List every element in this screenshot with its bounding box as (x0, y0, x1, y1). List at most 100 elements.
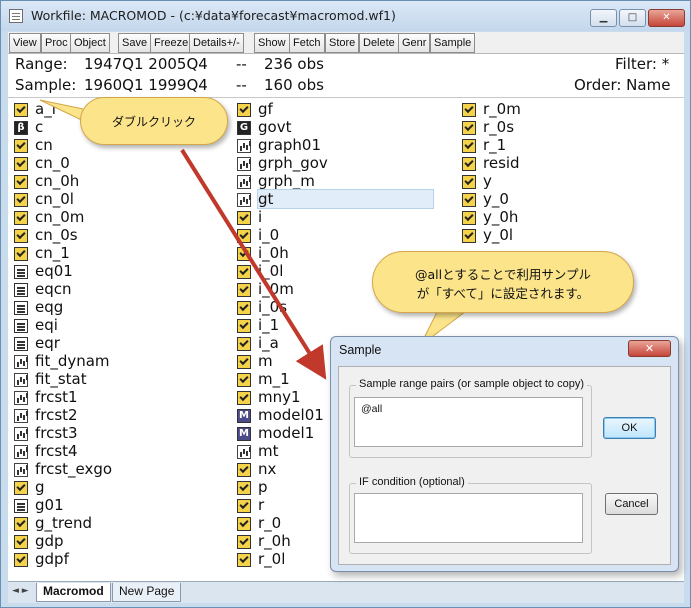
range-dash: -- (236, 55, 247, 73)
freeze-button[interactable]: Freeze (150, 33, 193, 53)
maximize-button[interactable]: □ (619, 9, 646, 27)
object-name: cn_0 (35, 154, 70, 172)
series-icon (462, 193, 476, 207)
series-icon (14, 517, 28, 531)
title-bar[interactable]: Workfile: MACROMOD - (c:¥data¥forecast¥m… (1, 1, 690, 31)
object-name: model01 (258, 406, 324, 424)
series-icon (237, 103, 251, 117)
object-name: fit_dynam (35, 352, 110, 370)
object-button[interactable]: Object (70, 33, 110, 53)
ok-button[interactable]: OK (603, 417, 656, 439)
order-label[interactable]: Order: Name (574, 76, 670, 94)
object-name: mt (258, 442, 279, 460)
object-name: mny1 (258, 388, 301, 406)
fetch-button[interactable]: Fetch (289, 33, 325, 53)
object-name: gdpf (35, 550, 69, 568)
dialog-close-button[interactable]: ✕ (628, 340, 671, 357)
if-condition-input[interactable] (354, 493, 583, 543)
series-icon (14, 175, 28, 189)
range-value[interactable]: 1947Q1 2005Q4 (84, 55, 208, 73)
series-icon (237, 211, 251, 225)
object-name: r_0 (258, 514, 282, 532)
series-icon (237, 499, 251, 513)
workfile-icon (9, 9, 23, 23)
object-name: r_0l (258, 550, 286, 568)
sample-range-label: Sample range pairs (or sample object to … (356, 378, 587, 390)
graph-icon (14, 427, 28, 441)
object-name: cn_0m (35, 208, 85, 226)
show-button[interactable]: Show (254, 33, 290, 53)
eq-icon (14, 265, 28, 279)
object-name: eqi (35, 316, 58, 334)
object-name: cn_0s (35, 226, 78, 244)
minimize-button[interactable]: ▁ (590, 9, 617, 27)
tab-macromod[interactable]: Macromod (36, 583, 111, 602)
object-name: govt (258, 118, 292, 136)
proc-button[interactable]: Proc (41, 33, 72, 53)
eq-icon (14, 283, 28, 297)
series-icon (14, 139, 28, 153)
series-icon (462, 211, 476, 225)
graph-icon (14, 391, 28, 405)
object-name: i_0 (258, 226, 280, 244)
page-tab-bar: ◄ ► Macromod New Page (8, 581, 684, 603)
store-button[interactable]: Store (325, 33, 360, 53)
sample-dash: -- (236, 76, 247, 94)
save-button[interactable]: Save (118, 33, 152, 53)
filter-label[interactable]: Filter: * (615, 55, 669, 73)
object-name: g01 (35, 496, 64, 514)
object-name: i_a (258, 334, 279, 352)
series-icon (237, 229, 251, 243)
tab-scroll-arrows[interactable]: ◄ ► (12, 586, 29, 596)
series-icon (237, 553, 251, 567)
series-icon (14, 157, 28, 171)
series-icon (237, 481, 251, 495)
genr-button[interactable]: Genr (398, 33, 431, 53)
series-icon (14, 553, 28, 567)
graph-icon (237, 175, 251, 189)
eq-icon (14, 499, 28, 513)
series-icon (237, 517, 251, 531)
series-icon (14, 247, 28, 261)
graph-icon (237, 157, 251, 171)
object-name: eqcn (35, 280, 72, 298)
object-name: fit_stat (35, 370, 87, 388)
sample-button[interactable]: Sample (430, 33, 476, 53)
close-button[interactable]: ✕ (648, 9, 685, 27)
object-name: g (35, 478, 45, 496)
graph-icon (14, 445, 28, 459)
callout-note-line1: @allとすることで利用サンプル (415, 267, 591, 282)
object-name: frcst4 (35, 442, 78, 460)
callout-note-line2: が「すべて」に設定されます。 (416, 286, 590, 301)
view-button[interactable]: View (9, 33, 41, 53)
graph-icon (14, 463, 28, 477)
object-name: graph01 (258, 136, 321, 154)
cancel-button[interactable]: Cancel (605, 493, 658, 515)
workfile-info[interactable]: Range: 1947Q1 2005Q4 -- 236 obs Sample: … (8, 54, 684, 98)
graph-icon (14, 409, 28, 423)
object-name: a_i (35, 100, 56, 118)
model-icon: M (237, 427, 251, 441)
object-name: eq01 (35, 262, 73, 280)
object-name: y_0 (483, 190, 509, 208)
series-icon (462, 157, 476, 171)
object-name: cn_0h (35, 172, 80, 190)
object-name: eqr (35, 334, 60, 352)
delete-button[interactable]: Delete (359, 33, 399, 53)
object-name: i_0h (258, 244, 289, 262)
eq-icon (14, 337, 28, 351)
series-icon (237, 463, 251, 477)
sample-obs: 160 obs (264, 76, 324, 94)
series-icon (237, 373, 251, 387)
object-name: m (258, 352, 273, 370)
object-name: i (258, 208, 263, 226)
details-button[interactable]: Details+/- (189, 33, 244, 53)
tab-new-page[interactable]: New Page (112, 583, 182, 602)
object-name: y (483, 172, 492, 190)
series-icon (14, 211, 28, 225)
sample-range-input[interactable]: @all (354, 397, 583, 447)
sample-range-group: Sample range pairs (or sample object to … (349, 378, 592, 458)
sample-value[interactable]: 1960Q1 1999Q4 (84, 76, 208, 94)
series-icon (462, 139, 476, 153)
object-name: gdp (35, 532, 64, 550)
